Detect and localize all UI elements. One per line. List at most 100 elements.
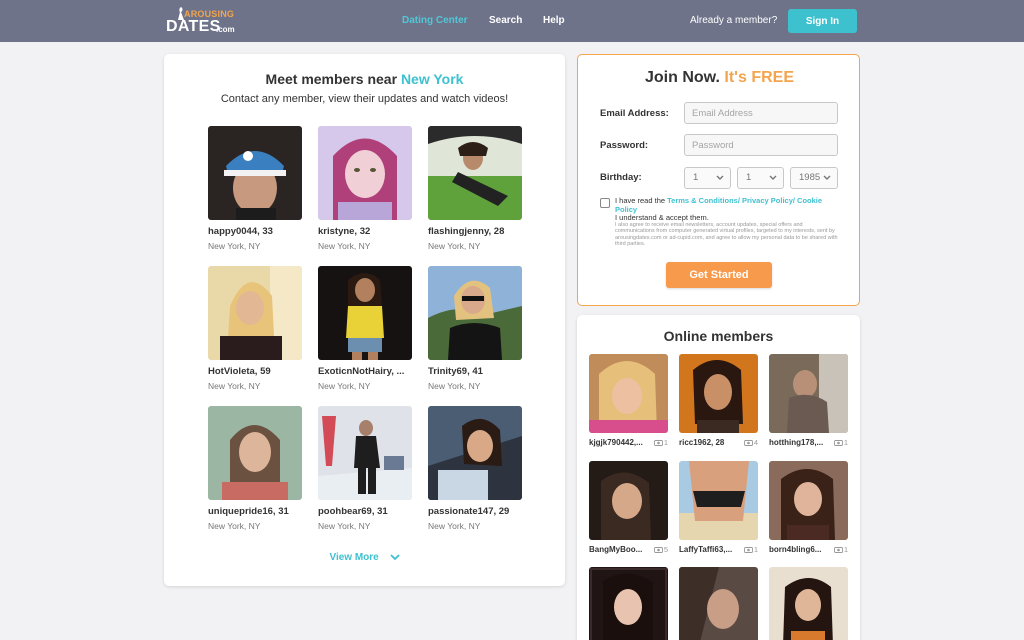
online-member-photo[interactable] (679, 567, 758, 640)
chevron-down-icon (716, 175, 724, 181)
online-member-photo[interactable] (589, 567, 668, 640)
photo-count-value: 1 (753, 545, 758, 554)
member-card[interactable]: Trinity69, 41 New York, NY (428, 266, 522, 391)
sign-in-button[interactable]: Sign In (788, 9, 857, 33)
email-field[interactable] (684, 102, 838, 124)
online-member-name[interactable]: hotthing178,... (769, 438, 829, 447)
member-photo[interactable] (428, 406, 522, 500)
member-name[interactable]: happy0044, 33 (208, 226, 302, 237)
online-member-info: born4bling6... 1 (769, 545, 848, 555)
member-card[interactable]: passionate147, 29 New York, NY (428, 406, 522, 531)
member-name[interactable]: HotVioleta, 59 (208, 366, 302, 377)
online-member-photo[interactable] (589, 354, 668, 433)
online-member-card[interactable] (679, 567, 758, 640)
join-title-free: It's FREE (724, 69, 794, 86)
birthday-month-value: 1 (693, 172, 699, 183)
member-photo[interactable] (208, 126, 302, 220)
member-card[interactable]: ExoticnNotHairy, ... New York, NY (318, 266, 412, 391)
camera-icon (653, 440, 663, 446)
members-near-subtitle: Contact any member, view their updates a… (220, 93, 509, 105)
birthday-day-value: 1 (746, 172, 752, 183)
photo-count-value: 1 (843, 545, 848, 554)
online-member-photo[interactable] (769, 567, 848, 640)
birthday-year-select[interactable]: 1985 (790, 167, 838, 189)
terms-checkbox[interactable] (600, 198, 610, 208)
member-photo[interactable] (318, 406, 412, 500)
online-member-name[interactable]: ricc1962, 28 (679, 438, 739, 447)
chevron-down-icon (823, 175, 831, 181)
online-member-info: kjgjk790442,... 1 (589, 438, 668, 448)
join-title: Join Now. It's FREE (578, 69, 861, 87)
member-photo[interactable] (208, 406, 302, 500)
member-name[interactable]: Trinity69, 41 (428, 366, 522, 377)
online-member-info: hotthing178,... 1 (769, 438, 848, 448)
member-location: New York, NY (428, 381, 481, 391)
member-photo[interactable] (428, 126, 522, 220)
online-member-photo[interactable] (679, 461, 758, 540)
member-card[interactable]: uniquepride16, 31 New York, NY (208, 406, 302, 531)
birthday-day-select[interactable]: 1 (737, 167, 784, 189)
member-photo[interactable] (318, 266, 412, 360)
online-member-card[interactable]: BangMyBoo... 5 (589, 461, 668, 555)
members-near-city[interactable]: New York (401, 71, 464, 87)
site-logo[interactable]: AROUSING DATES .com (166, 7, 246, 37)
online-member-card[interactable]: born4bling6... 1 (769, 461, 848, 555)
online-member-name[interactable]: born4bling6... (769, 545, 829, 554)
member-location: New York, NY (428, 521, 481, 531)
online-members-panel: Online members kjgjk790442,... 1 ricc196… (577, 315, 860, 640)
online-member-name[interactable]: kjgjk790442,... (589, 438, 649, 447)
photo-count-value: 1 (663, 438, 668, 447)
online-member-card[interactable] (769, 567, 848, 640)
photo-count: 1 (833, 438, 848, 447)
online-member-photo[interactable] (769, 461, 848, 540)
password-field[interactable] (684, 134, 838, 156)
member-name[interactable]: passionate147, 29 (428, 506, 522, 517)
photo-count: 1 (653, 438, 668, 447)
view-more-link[interactable]: View More (164, 552, 565, 563)
online-member-info: LaffyTaffi63,... 1 (679, 545, 758, 555)
member-location: New York, NY (428, 241, 481, 251)
photo-count-value: 5 (663, 545, 668, 554)
member-photo[interactable] (208, 266, 302, 360)
member-card[interactable]: flashingjenny, 28 New York, NY (428, 126, 522, 251)
join-form-panel: Join Now. It's FREE Email Address: Passw… (577, 54, 860, 306)
already-member-text: Already a member? (690, 15, 778, 26)
online-member-name[interactable]: LaffyTaffi63,... (679, 545, 739, 554)
online-member-photo[interactable] (769, 354, 848, 433)
get-started-button[interactable]: Get Started (666, 262, 772, 288)
member-photo[interactable] (318, 126, 412, 220)
birthday-month-select[interactable]: 1 (684, 167, 731, 189)
member-card[interactable]: happy0044, 33 New York, NY (208, 126, 302, 251)
online-member-card[interactable]: kjgjk790442,... 1 (589, 354, 668, 448)
chevron-down-icon (389, 554, 400, 561)
online-member-photo[interactable] (589, 461, 668, 540)
member-name[interactable]: uniquepride16, 31 (208, 506, 302, 517)
online-member-card[interactable] (589, 567, 668, 640)
nav-search[interactable]: Search (489, 15, 522, 26)
nav-help[interactable]: Help (543, 15, 565, 26)
online-member-photo[interactable] (679, 354, 758, 433)
member-card[interactable]: HotVioleta, 59 New York, NY (208, 266, 302, 391)
nav-dating-center[interactable]: Dating Center (402, 15, 468, 26)
logo-suffix: .com (216, 25, 235, 34)
member-name[interactable]: flashingjenny, 28 (428, 226, 522, 237)
terms-text: I have read the Terms & Conditions/ Priv… (615, 196, 841, 223)
member-card[interactable]: poohbear69, 31 New York, NY (318, 406, 412, 531)
online-member-name[interactable]: BangMyBoo... (589, 545, 649, 554)
camera-icon (743, 440, 753, 446)
camera-icon (653, 547, 663, 553)
photo-count: 5 (653, 545, 668, 554)
member-card[interactable]: kristyne, 32 New York, NY (318, 126, 412, 251)
member-location: New York, NY (208, 241, 261, 251)
fine-print: I also agree to receive email newsletter… (615, 222, 838, 248)
member-name[interactable]: kristyne, 32 (318, 226, 412, 237)
member-photo[interactable] (428, 266, 522, 360)
online-member-card[interactable]: LaffyTaffi63,... 1 (679, 461, 758, 555)
member-name[interactable]: poohbear69, 31 (318, 506, 412, 517)
members-near-title-prefix: Meet members near (265, 71, 398, 87)
member-location: New York, NY (318, 381, 371, 391)
camera-icon (743, 547, 753, 553)
online-member-card[interactable]: hotthing178,... 1 (769, 354, 848, 448)
member-name[interactable]: ExoticnNotHairy, ... (318, 366, 412, 377)
online-member-card[interactable]: ricc1962, 28 4 (679, 354, 758, 448)
